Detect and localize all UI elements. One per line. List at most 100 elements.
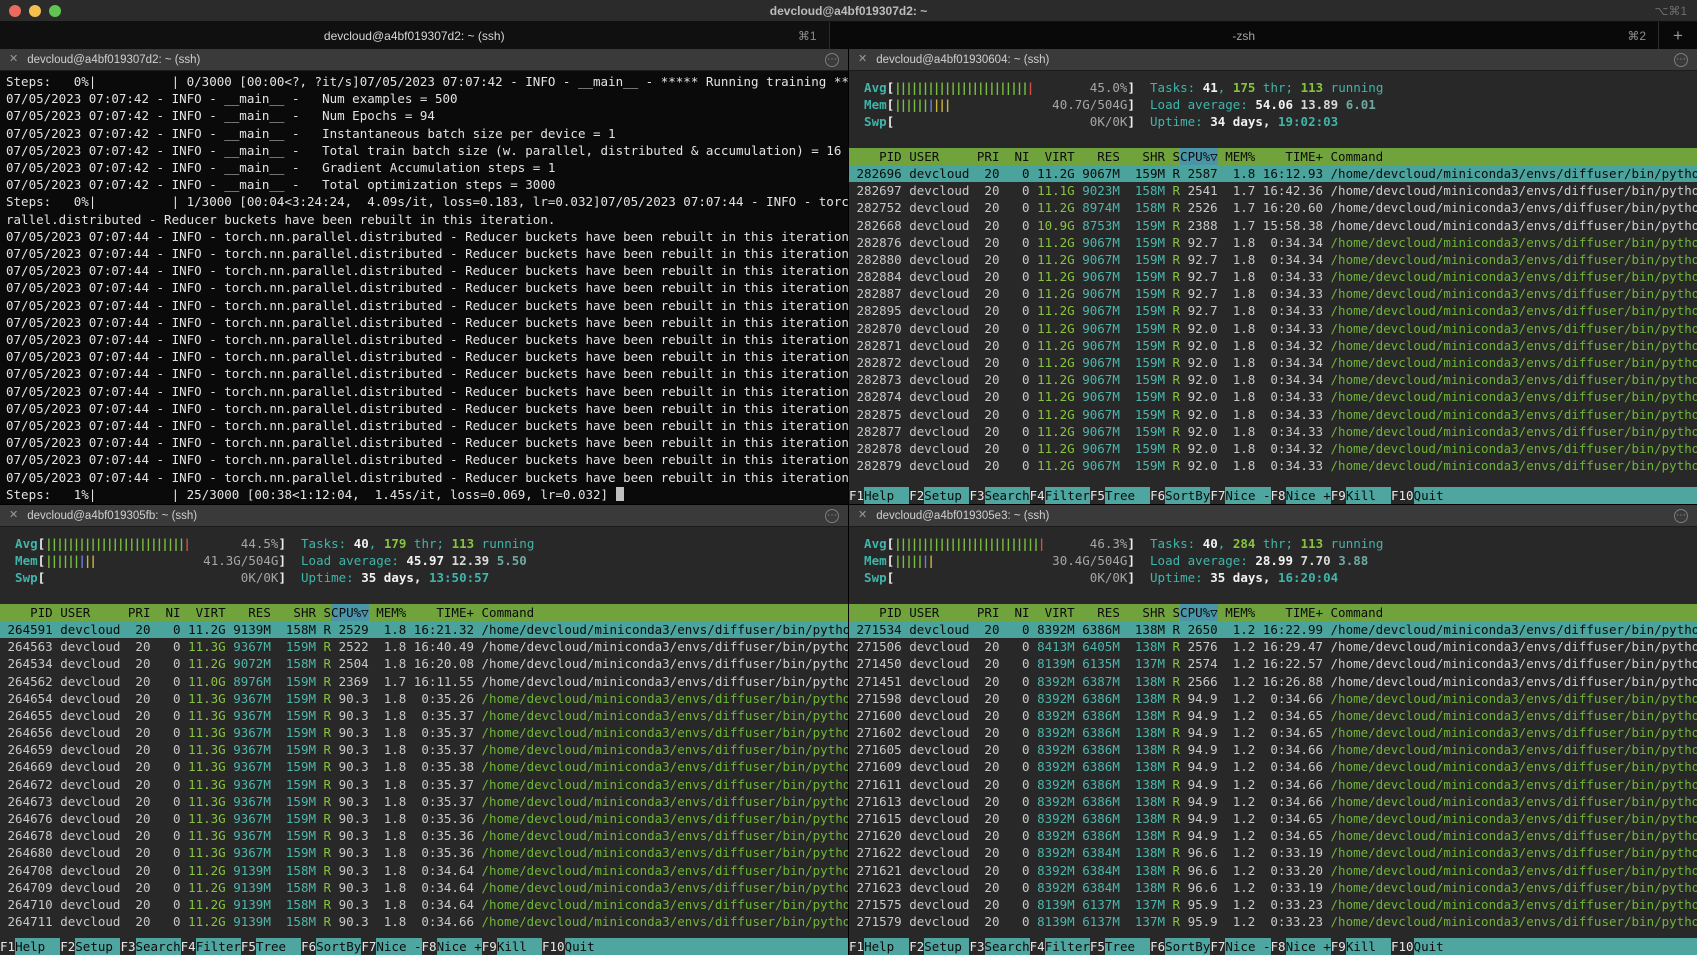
process-row[interactable]: 264711devcloud20011.2G9139M158MR90.31.80… (0, 913, 848, 930)
process-row[interactable]: 264562devcloud20011.0G8976M159MR23691.71… (0, 673, 848, 690)
column-header-ni[interactable]: NI (999, 604, 1029, 621)
column-header-pid[interactable]: PID (0, 604, 53, 621)
fkey-nice-[interactable]: F7Nice - (1210, 938, 1270, 955)
pane-close-icon[interactable]: ✕ (858, 510, 867, 521)
process-row[interactable]: 264563devcloud20011.3G9367M159MR25221.81… (0, 638, 848, 655)
fkey-sortby[interactable]: F6SortBy (1150, 938, 1210, 955)
column-header-shr[interactable]: SHR (271, 604, 316, 621)
process-row[interactable]: 282696devcloud20011.2G9067M159MR25871.81… (849, 165, 1697, 182)
minimize-window-button[interactable] (29, 5, 41, 17)
fkey-quit[interactable]: F10Quit (542, 938, 595, 955)
process-row[interactable]: 282877devcloud20011.2G9067M159MR92.01.80… (849, 423, 1697, 440)
column-header-s[interactable]: S (1165, 604, 1180, 621)
process-row[interactable]: 282872devcloud20011.2G9067M159MR92.01.80… (849, 354, 1697, 371)
column-header-pid[interactable]: PID (849, 148, 902, 165)
process-row[interactable]: 264534devcloud20011.2G9072M158MR25041.81… (0, 655, 848, 672)
column-header-virt[interactable]: VIRT (181, 604, 226, 621)
process-row[interactable]: 282874devcloud20011.2G9067M159MR92.01.80… (849, 388, 1697, 405)
process-row[interactable]: 271611devcloud2008392M6386M138MR94.91.20… (849, 776, 1697, 793)
pane-close-icon[interactable]: ✕ (9, 510, 18, 521)
process-row[interactable]: 282668devcloud20010.9G8753M159MR23881.71… (849, 217, 1697, 234)
zoom-window-button[interactable] (49, 5, 61, 17)
process-row[interactable]: 271450devcloud2008139M6135M137MR25741.21… (849, 655, 1697, 672)
htop-terminal[interactable]: Avg[|||||||||||||||||||||||||45.0%]Tasks… (849, 71, 1697, 504)
process-row[interactable]: 271598devcloud2008392M6386M138MR94.91.20… (849, 690, 1697, 707)
process-row[interactable]: 264654devcloud20011.3G9367M159MR90.31.80… (0, 690, 848, 707)
fkey-search[interactable]: F3Search (120, 938, 180, 955)
fkey-setup[interactable]: F2Setup (909, 487, 969, 504)
process-row[interactable]: 282871devcloud20011.2G9067M159MR92.01.80… (849, 337, 1697, 354)
column-header-mem[interactable]: MEM% (369, 604, 407, 621)
column-header-pri[interactable]: PRI (120, 604, 150, 621)
process-row[interactable]: 271620devcloud2008392M6386M138MR94.91.20… (849, 827, 1697, 844)
column-header-res[interactable]: RES (1075, 604, 1120, 621)
fkey-help[interactable]: F1Help (849, 487, 909, 504)
column-header-user[interactable]: USER (53, 604, 121, 621)
process-row[interactable]: 271600devcloud2008392M6386M138MR94.91.20… (849, 707, 1697, 724)
fkey-nice-[interactable]: F7Nice - (1210, 487, 1270, 504)
process-row[interactable]: 264678devcloud20011.3G9367M159MR90.31.80… (0, 827, 848, 844)
process-row[interactable]: 282880devcloud20011.2G9067M159MR92.71.80… (849, 251, 1697, 268)
training-log-terminal[interactable]: Steps: 0%| | 0/3000 [00:00<?, ?it/s]07/0… (0, 71, 848, 504)
column-header-mem[interactable]: MEM% (1218, 148, 1256, 165)
process-row[interactable]: 271621devcloud2008392M6384M138MR96.61.20… (849, 862, 1697, 879)
process-row[interactable]: 271615devcloud2008392M6386M138MR94.91.20… (849, 810, 1697, 827)
fkey-help[interactable]: F1Help (849, 938, 909, 955)
column-header-s[interactable]: S (316, 604, 331, 621)
column-header-user[interactable]: USER (902, 148, 970, 165)
fkey-nice-[interactable]: F7Nice - (361, 938, 421, 955)
process-row[interactable]: 264709devcloud20011.2G9139M158MR90.31.80… (0, 879, 848, 896)
process-row[interactable]: 271602devcloud2008392M6386M138MR94.91.20… (849, 724, 1697, 741)
process-row[interactable]: 271613devcloud2008392M6386M138MR94.91.20… (849, 793, 1697, 810)
process-row[interactable]: 282884devcloud20011.2G9067M159MR92.71.80… (849, 268, 1697, 285)
process-row[interactable]: 264680devcloud20011.3G9367M159MR90.31.80… (0, 844, 848, 861)
process-row[interactable]: 264673devcloud20011.3G9367M159MR90.31.80… (0, 793, 848, 810)
process-row[interactable]: 282878devcloud20011.2G9067M159MR92.01.80… (849, 440, 1697, 457)
fkey-search[interactable]: F3Search (969, 938, 1029, 955)
process-row[interactable]: 264656devcloud20011.3G9367M159MR90.31.80… (0, 724, 848, 741)
tab-zsh[interactable]: -zsh ⌘2 (830, 22, 1660, 49)
fkey-quit[interactable]: F10Quit (1391, 938, 1444, 955)
process-row[interactable]: 282876devcloud20011.2G9067M159MR92.71.80… (849, 234, 1697, 251)
column-header-time[interactable]: TIME+ (406, 604, 474, 621)
process-row[interactable]: 264591devcloud20011.2G9139M158MR25291.81… (0, 621, 848, 638)
fkey-filter[interactable]: F4Filter (1030, 487, 1090, 504)
fkey-kill[interactable]: F9Kill (1331, 938, 1391, 955)
process-row[interactable]: 282879devcloud20011.2G9067M159MR92.01.80… (849, 457, 1697, 474)
column-header-ni[interactable]: NI (150, 604, 180, 621)
column-header-cpu[interactable]: CPU%▽ (1180, 604, 1218, 621)
process-row[interactable]: 264710devcloud20011.2G9139M158MR90.31.80… (0, 896, 848, 913)
process-row[interactable]: 282895devcloud20011.2G9067M159MR92.71.80… (849, 302, 1697, 319)
fkey-filter[interactable]: F4Filter (1030, 938, 1090, 955)
close-window-button[interactable] (9, 5, 21, 17)
column-header-cmd[interactable]: Command (1323, 604, 1697, 621)
pane-close-icon[interactable]: ✕ (9, 54, 18, 65)
column-header-shr[interactable]: SHR (1120, 148, 1165, 165)
process-row[interactable]: 264655devcloud20011.3G9367M159MR90.31.80… (0, 707, 848, 724)
column-header-cmd[interactable]: Command (1323, 148, 1697, 165)
process-row[interactable]: 282887devcloud20011.2G9067M159MR92.71.80… (849, 285, 1697, 302)
fkey-search[interactable]: F3Search (969, 487, 1029, 504)
process-row[interactable]: 282873devcloud20011.2G9067M159MR92.01.80… (849, 371, 1697, 388)
column-header-pri[interactable]: PRI (969, 148, 999, 165)
column-header-ni[interactable]: NI (999, 148, 1029, 165)
column-header-res[interactable]: RES (1075, 148, 1120, 165)
fkey-tree[interactable]: F5Tree (1090, 938, 1150, 955)
fkey-tree[interactable]: F5Tree (241, 938, 301, 955)
column-header-s[interactable]: S (1165, 148, 1180, 165)
column-header-time[interactable]: TIME+ (1255, 148, 1323, 165)
pane-menu-icon[interactable]: ⋯ (1674, 509, 1688, 523)
process-row[interactable]: 282752devcloud20011.2G8974M158MR25261.71… (849, 199, 1697, 216)
column-header-time[interactable]: TIME+ (1255, 604, 1323, 621)
column-header-shr[interactable]: SHR (1120, 604, 1165, 621)
process-row[interactable]: 271623devcloud2008392M6384M138MR96.61.20… (849, 879, 1697, 896)
fkey-nice-[interactable]: F8Nice + (422, 938, 482, 955)
new-tab-button[interactable]: + (1659, 22, 1697, 49)
fkey-kill[interactable]: F9Kill (482, 938, 542, 955)
process-row[interactable]: 264708devcloud20011.2G9139M158MR90.31.80… (0, 862, 848, 879)
column-header-pid[interactable]: PID (849, 604, 902, 621)
pane-menu-icon[interactable]: ⋯ (825, 509, 839, 523)
fkey-filter[interactable]: F4Filter (181, 938, 241, 955)
column-header-user[interactable]: USER (902, 604, 970, 621)
process-row[interactable]: 282875devcloud20011.2G9067M159MR92.01.80… (849, 406, 1697, 423)
